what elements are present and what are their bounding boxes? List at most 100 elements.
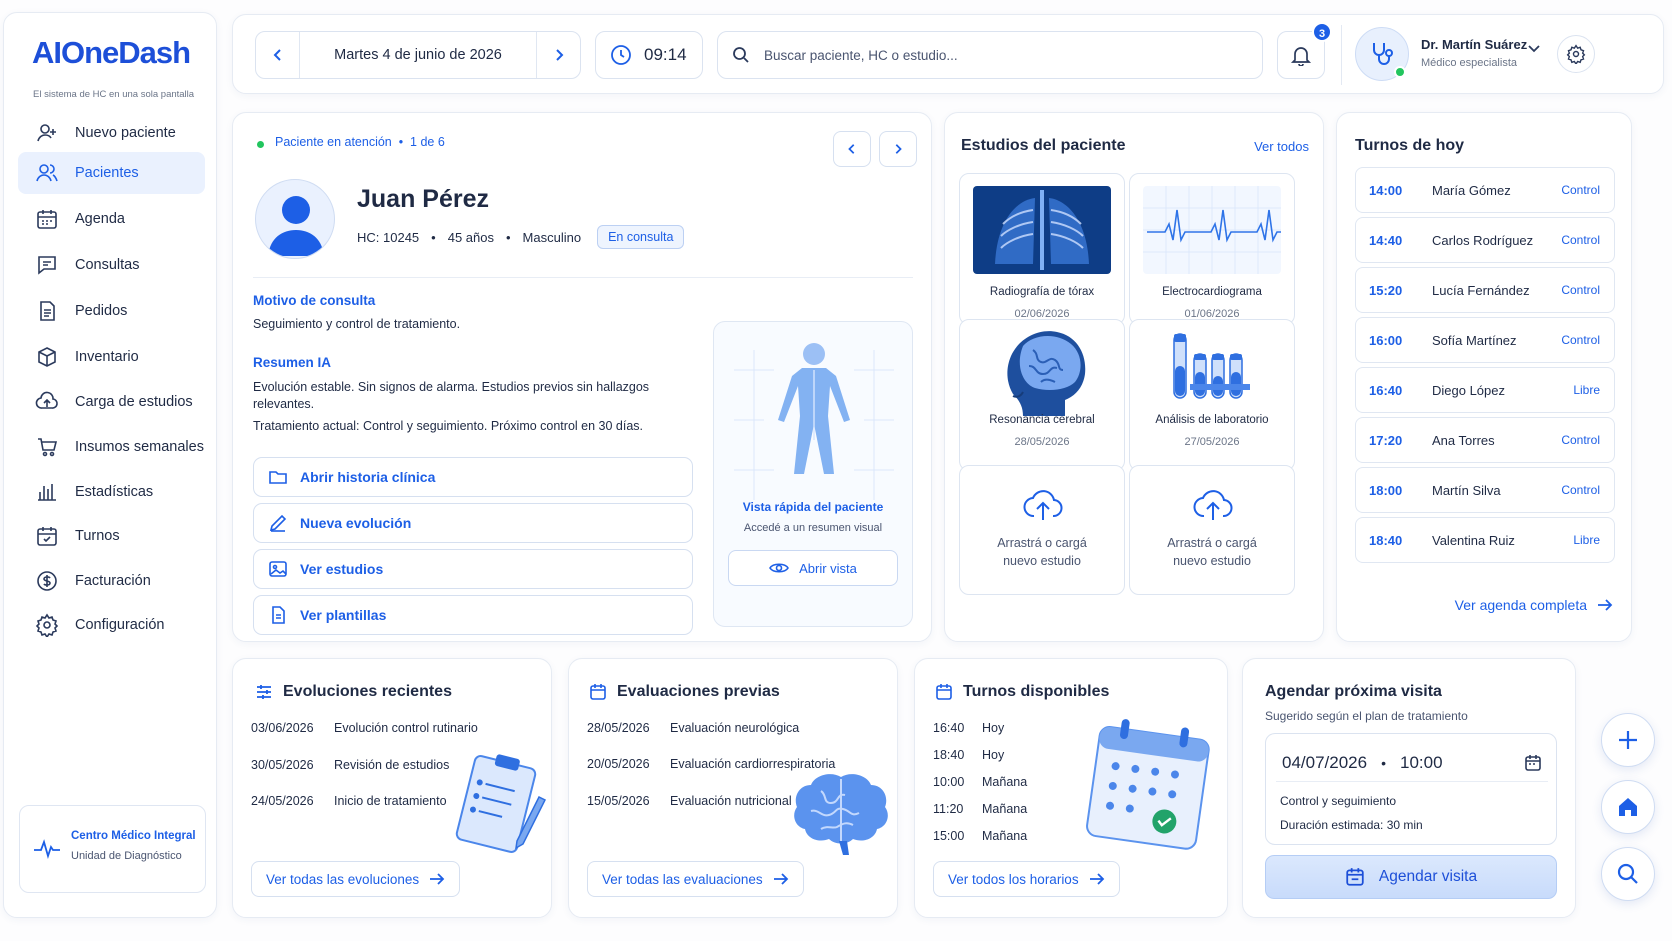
appointment-row[interactable]: 18:00 Martín Silva Control <box>1355 467 1615 513</box>
sidebar-item-nuevo-paciente[interactable]: Nuevo paciente <box>18 112 205 154</box>
sidebar-item-turnos[interactable]: Turnos <box>18 515 205 557</box>
cloud-upload-icon <box>1023 490 1063 520</box>
sidebar-item-pedidos[interactable]: Pedidos <box>18 290 205 332</box>
view-full-agenda-link[interactable]: Ver agenda completa <box>1455 597 1613 613</box>
arrow-right-icon <box>773 873 788 885</box>
view-all-evolutions-button[interactable]: Ver todas las evoluciones <box>251 861 461 897</box>
study-tile[interactable]: Resonancia cerebral 28/05/2026 <box>959 319 1125 471</box>
appointment-time: 15:20 <box>1369 283 1403 298</box>
evaluation-row[interactable]: 20/05/2026 Evaluación cardiorrespiratoria <box>587 757 835 771</box>
studies-card: Estudios del paciente Ver todos Radiogra… <box>944 112 1324 642</box>
current-date: Martes 4 de junio de 2026 <box>334 47 502 63</box>
sidebar-item-label: Turnos <box>75 528 120 544</box>
sidebar-item-pacientes[interactable]: Pacientes <box>18 152 205 194</box>
appointment-name: Martín Silva <box>1432 483 1501 498</box>
sidebar-item-insumos[interactable]: Insumos semanales <box>18 426 205 468</box>
chevron-down-icon[interactable] <box>1527 41 1541 55</box>
sidebar-item-label: Facturación <box>75 573 151 589</box>
appointment-row[interactable]: 15:20 Lucía Fernández Control <box>1355 267 1615 313</box>
row-date: 20/05/2026 <box>587 757 650 771</box>
search-input[interactable]: Buscar paciente, HC o estudio... <box>717 31 1263 79</box>
slot-row[interactable]: 15:00 Mañana <box>933 829 1027 843</box>
search-fab-button[interactable] <box>1601 847 1655 901</box>
evaluation-row[interactable]: 15/05/2026 Evaluación nutricional <box>587 794 792 808</box>
today-appointments-card: Turnos de hoy 14:00 María Gómez Control 14… <box>1336 112 1632 642</box>
open-view-button[interactable]: Abrir vista <box>728 550 898 586</box>
notifications-button[interactable]: 3 <box>1277 22 1332 79</box>
sidebar-item-facturacion[interactable]: Facturación <box>18 560 205 602</box>
sidebar-item-estadisticas[interactable]: Estadísticas <box>18 471 205 513</box>
sidebar-item-agenda[interactable]: Agenda <box>18 198 205 240</box>
appointment-name: María Gómez <box>1432 183 1511 198</box>
patient-status: Paciente en atención <box>275 135 392 149</box>
new-evolution-button[interactable]: Nueva evolución <box>253 503 693 543</box>
study-tile[interactable]: Radiografía de tórax 02/06/2026 <box>959 173 1125 325</box>
next-day-button[interactable] <box>536 32 580 78</box>
appointment-row[interactable]: 18:40 Valentina Ruiz Libre <box>1355 517 1615 563</box>
settings-button[interactable] <box>1557 35 1595 73</box>
appointment-row[interactable]: 14:40 Carlos Rodríguez Control <box>1355 217 1615 263</box>
evolution-row[interactable]: 30/05/2026 Revisión de estudios <box>251 758 449 772</box>
slot-time: 10:00 <box>933 775 965 789</box>
upload-line-1: Arrastrá o cargá <box>1167 536 1257 550</box>
brain-scan-icon <box>1007 331 1086 416</box>
slot-row[interactable]: 11:20 Mañana <box>933 802 1027 816</box>
slot-time: 15:00 <box>933 829 965 843</box>
view-templates-button[interactable]: Ver plantillas <box>253 595 693 635</box>
view-studies-button[interactable]: Ver estudios <box>253 549 693 589</box>
upload-study-dropzone[interactable]: Arrastrá o cargá nuevo estudio <box>1129 465 1295 595</box>
resumen-treatment: Tratamiento actual: Control y seguimient… <box>253 419 644 433</box>
row-text: Evaluación cardiorrespiratoria <box>670 757 836 771</box>
appointment-row[interactable]: 16:40 Diego López Libre <box>1355 367 1615 413</box>
sidebar-item-label: Insumos semanales <box>75 439 204 455</box>
sidebar: AIOneDash El sistema de HC en una sola p… <box>3 12 217 918</box>
brain-illustration <box>794 774 888 855</box>
divider <box>1341 25 1342 85</box>
view-all-slots-button[interactable]: Ver todos los horarios <box>933 861 1120 897</box>
date-time-picker[interactable]: 04/07/2026 • 10:00 <box>1276 744 1548 782</box>
add-fab-button[interactable] <box>1601 713 1655 767</box>
schedule-visit-button[interactable]: Agendar visita <box>1265 855 1557 899</box>
open-history-button[interactable]: Abrir historia clínica <box>253 457 693 497</box>
prev-patient-button[interactable] <box>833 131 871 167</box>
appointment-row[interactable]: 14:00 María Gómez Control <box>1355 167 1615 213</box>
appointment-row[interactable]: 17:20 Ana Torres Control <box>1355 417 1615 463</box>
sidebar-item-label: Agenda <box>75 211 125 227</box>
slot-day: Mañana <box>982 775 1028 789</box>
eye-icon <box>769 563 790 573</box>
next-patient-button[interactable] <box>879 131 917 167</box>
prev-day-button[interactable] <box>256 32 300 78</box>
study-tile[interactable]: Electrocardiograma 01/06/2026 <box>1129 173 1295 325</box>
slot-row[interactable]: 18:40 Hoy <box>933 748 1004 762</box>
evolution-row[interactable]: 24/05/2026 Inicio de tratamiento <box>251 794 447 808</box>
top-bar: Martes 4 de junio de 2026 09:14 Buscar p… <box>232 14 1664 94</box>
sidebar-item-consultas[interactable]: Consultas <box>18 244 205 286</box>
row-text: Inicio de tratamiento <box>334 794 447 808</box>
home-fab-button[interactable] <box>1601 780 1655 834</box>
xray-icon <box>973 186 1111 274</box>
slot-row[interactable]: 16:40 Hoy <box>933 721 1004 735</box>
calendar-icon <box>37 210 57 229</box>
view-all-studies-link[interactable]: Ver todos <box>1254 139 1309 154</box>
study-tile[interactable]: Análisis de laboratorio 27/05/2026 <box>1129 319 1295 471</box>
pencil-icon <box>269 514 287 532</box>
brand-tagline: El sistema de HC en una sola pantalla <box>33 89 195 100</box>
online-status-dot <box>1394 66 1406 78</box>
studies-title: Estudios del paciente <box>961 137 1126 154</box>
upload-study-dropzone[interactable]: Arrastrá o cargá nuevo estudio <box>959 465 1125 595</box>
appointment-row[interactable]: 16:00 Sofía Martínez Control <box>1355 317 1615 363</box>
study-title: Radiografía de tórax <box>989 286 1095 298</box>
user-avatar[interactable] <box>1355 27 1409 81</box>
study-title: Resonancia cerebral <box>989 414 1095 426</box>
view-all-evaluations-button[interactable]: Ver todas las evaluaciones <box>587 861 804 897</box>
button-label: Nueva evolución <box>300 515 412 531</box>
sidebar-item-label: Carga de estudios <box>75 394 193 410</box>
card-title: Evoluciones recientes <box>283 683 452 700</box>
slot-row[interactable]: 10:00 Mañana <box>933 775 1027 789</box>
sidebar-item-label: Pedidos <box>75 303 128 319</box>
sidebar-item-inventario[interactable]: Inventario <box>18 336 205 378</box>
evolution-row[interactable]: 03/06/2026 Evolución control rutinario <box>251 721 478 735</box>
sidebar-item-configuracion[interactable]: Configuración <box>18 604 205 646</box>
sidebar-item-carga-estudios[interactable]: Carga de estudios <box>18 381 205 423</box>
evaluation-row[interactable]: 28/05/2026 Evaluación neurológica <box>587 721 799 735</box>
